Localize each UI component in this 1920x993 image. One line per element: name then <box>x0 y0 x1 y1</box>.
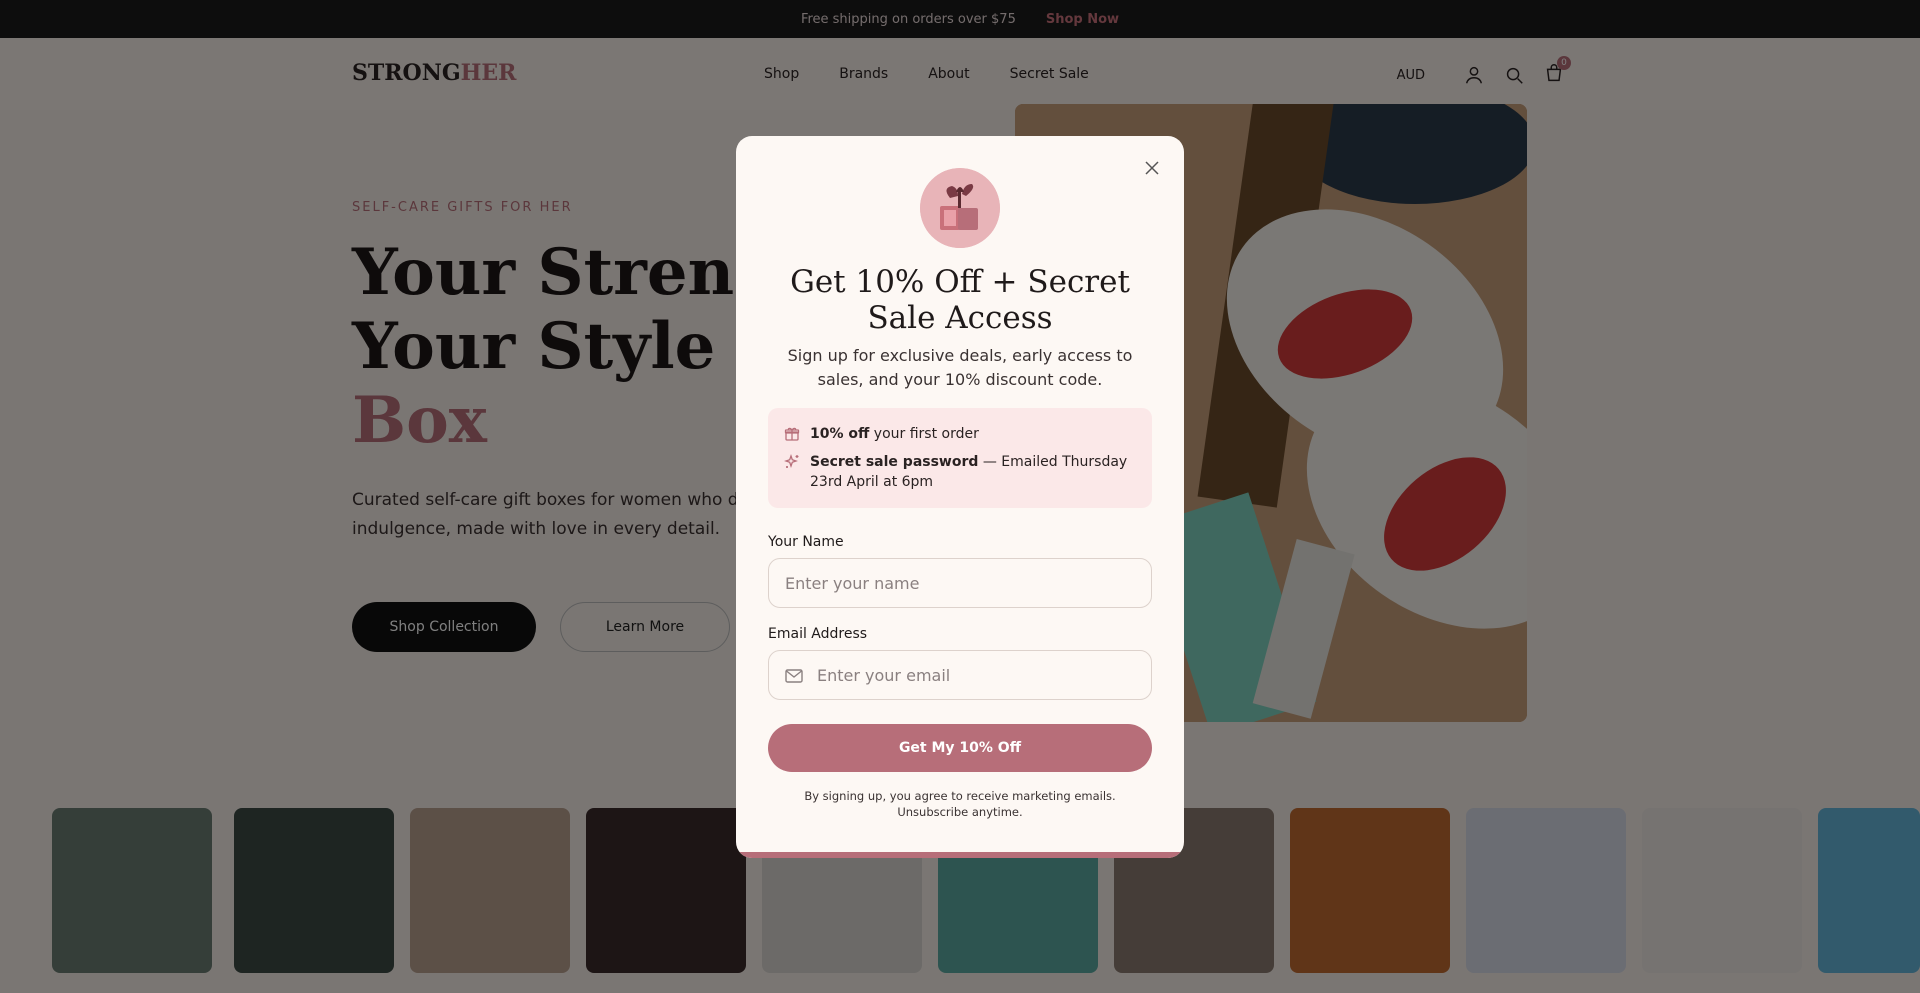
close-icon[interactable] <box>1142 158 1162 178</box>
mail-icon <box>785 669 803 683</box>
name-label: Your Name <box>768 534 844 550</box>
modal-title: Get 10% Off + Secret Sale Access <box>790 264 1130 336</box>
gift-box-illustration <box>920 168 1000 248</box>
perk-discount: 10% off your first order <box>784 424 1136 444</box>
name-input[interactable] <box>768 558 1152 608</box>
signup-modal: Get 10% Off + Secret Sale Access Sign up… <box>736 136 1184 858</box>
perks-box: 10% off your first order Secret sale pas… <box>768 408 1152 508</box>
perk-secret-sale: Secret sale password — Emailed Thursday … <box>784 452 1136 492</box>
submit-button[interactable]: Get My 10% Off <box>768 724 1152 772</box>
sparkle-icon <box>784 454 799 468</box>
disclaimer-text: By signing up, you agree to receive mark… <box>804 789 1116 819</box>
modal-accent-bar <box>736 852 1184 858</box>
email-label: Email Address <box>768 626 868 642</box>
modal-subtitle: Sign up for exclusive deals, early acces… <box>787 346 1133 389</box>
email-input[interactable] <box>768 650 1152 700</box>
gift-icon <box>784 427 800 441</box>
